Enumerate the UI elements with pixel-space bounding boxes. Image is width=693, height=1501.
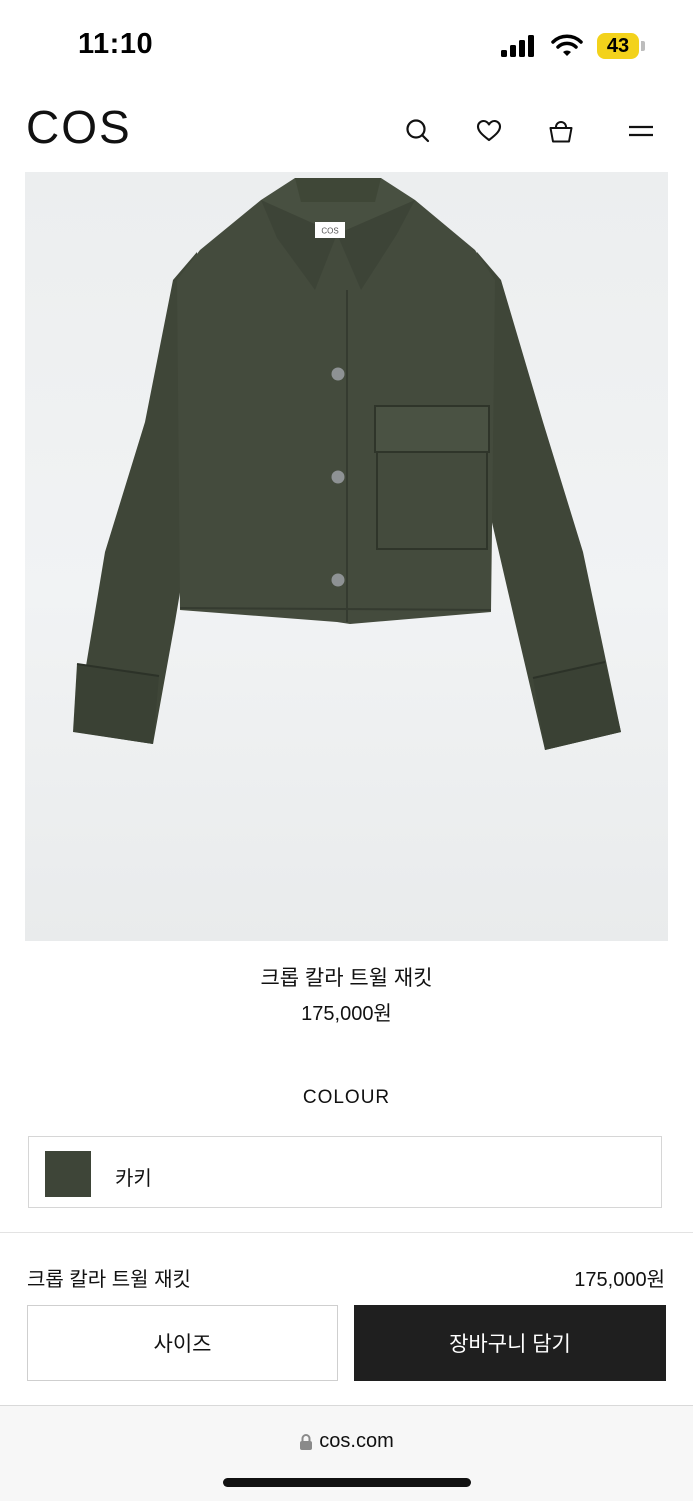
site-header: COS xyxy=(0,92,693,170)
select-size-button[interactable]: 사이즈 xyxy=(27,1305,338,1381)
battery-cap xyxy=(641,41,645,51)
status-time: 11:10 xyxy=(78,28,154,60)
colour-option-khaki[interactable]: 카키 xyxy=(28,1136,662,1208)
colour-swatch xyxy=(45,1151,91,1197)
divider xyxy=(0,1232,693,1233)
colour-label: 카키 xyxy=(115,1168,152,1190)
add-to-cart-button[interactable]: 장바구니 담기 xyxy=(354,1305,666,1381)
browser-address-bar: cos.com xyxy=(0,1405,693,1501)
lock-icon xyxy=(300,1433,313,1450)
colour-section-title: COLOUR xyxy=(302,1087,391,1108)
brand-logo[interactable]: COS xyxy=(26,100,132,154)
home-indicator[interactable] xyxy=(223,1478,471,1487)
url-text: cos.com xyxy=(319,1430,394,1452)
url-field[interactable]: cos.com xyxy=(0,1430,693,1453)
wifi-icon xyxy=(551,34,583,56)
battery-indicator: 43 xyxy=(597,33,645,59)
product-image[interactable]: COS xyxy=(25,172,668,941)
garment-label-text: COS xyxy=(321,227,338,236)
purchase-bar-price: 175,000원 xyxy=(574,1269,665,1291)
status-bar: 11:10 43 xyxy=(0,0,693,92)
battery-level: 43 xyxy=(597,33,639,59)
shopping-bag-icon[interactable] xyxy=(546,116,576,146)
jacket-illustration: COS xyxy=(73,178,621,750)
product-price: 175,000원 xyxy=(301,1003,392,1025)
cellular-signal-icon xyxy=(501,35,534,57)
wishlist-heart-icon[interactable] xyxy=(474,116,504,146)
product-name: 크롭 칼라 트윌 재킷 xyxy=(260,967,433,990)
status-icons: 43 xyxy=(501,33,645,59)
purchase-bar-product-name: 크롭 칼라 트윌 재킷 xyxy=(27,1269,191,1291)
menu-icon[interactable] xyxy=(626,116,656,146)
search-icon[interactable] xyxy=(403,116,433,146)
